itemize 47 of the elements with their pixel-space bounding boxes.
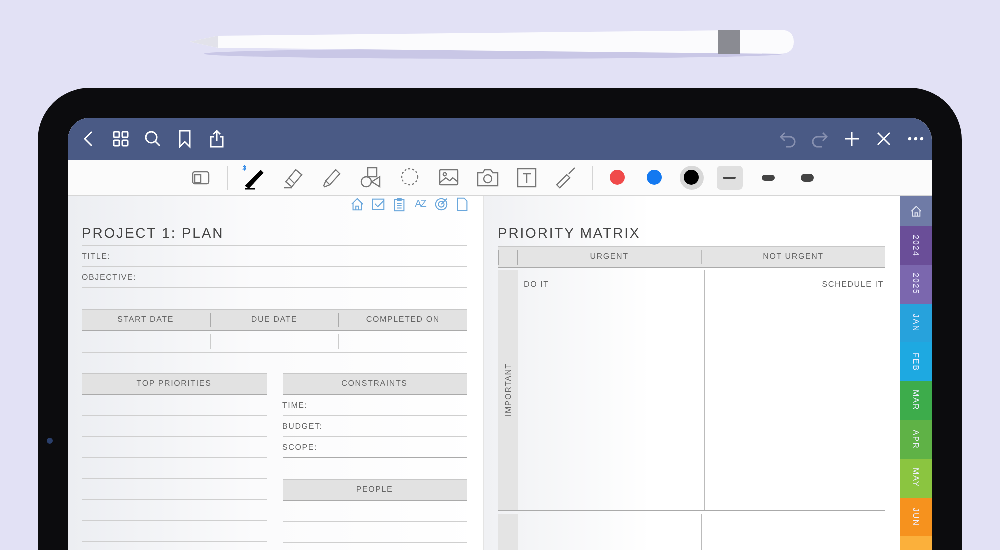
more-icon bbox=[908, 137, 924, 141]
column-header: URGENT bbox=[589, 251, 630, 263]
section-tab[interactable]: APR bbox=[900, 420, 932, 459]
color-swatch[interactable] bbox=[680, 166, 704, 190]
page-icon bbox=[455, 197, 470, 212]
check-icon bbox=[371, 197, 386, 212]
stroke-width-button[interactable] bbox=[716, 166, 742, 190]
target-icon bbox=[434, 197, 449, 212]
column-header: START DATE bbox=[116, 314, 175, 326]
clipboard-link[interactable] bbox=[392, 197, 407, 212]
grid-icon bbox=[110, 129, 130, 149]
section-tab[interactable]: JUN bbox=[900, 498, 932, 536]
form-field: TIME: bbox=[282, 395, 467, 416]
sort-link[interactable]: AZ bbox=[413, 197, 428, 212]
column-header: NOT URGENT bbox=[701, 250, 885, 264]
section-header: CONSTRAINTS bbox=[282, 373, 467, 395]
page-title: PROJECT 1: PLAN bbox=[82, 213, 467, 246]
matrix-cell: SCHEDULE IT bbox=[704, 270, 885, 510]
form-field: TITLE: bbox=[82, 246, 467, 267]
form-field: BUDGET: bbox=[282, 416, 467, 437]
section-tab[interactable]: FEB bbox=[900, 342, 932, 382]
home-tab[interactable] bbox=[900, 196, 932, 226]
form-field: SCOPE: bbox=[282, 437, 467, 458]
column-header: DUE DATE bbox=[210, 313, 338, 327]
section-tab[interactable]: 2025 bbox=[900, 264, 932, 304]
home-icon bbox=[350, 197, 365, 212]
pen-icon bbox=[240, 164, 266, 190]
target-link[interactable] bbox=[434, 197, 449, 212]
check-link[interactable] bbox=[371, 197, 386, 212]
page-link[interactable] bbox=[455, 197, 470, 212]
matrix-cell-text: DO IT bbox=[523, 279, 550, 291]
pen-tool[interactable] bbox=[240, 164, 266, 190]
clipboard-icon bbox=[392, 197, 407, 212]
home-icon bbox=[910, 204, 922, 218]
home-link[interactable] bbox=[350, 197, 365, 212]
page-title: PRIORITY MATRIX bbox=[498, 224, 642, 243]
section-tab[interactable]: 2024 bbox=[900, 226, 932, 265]
column-header: COMPLETED ON bbox=[338, 313, 468, 327]
search-icon bbox=[142, 129, 162, 149]
section-tab[interactable]: JAN bbox=[900, 304, 932, 342]
form-field: OBJECTIVE: bbox=[82, 267, 467, 288]
section-tab[interactable]: MAY bbox=[900, 458, 932, 498]
camera-dot bbox=[47, 438, 53, 444]
section-header: TOP PRIORITIES bbox=[82, 373, 266, 395]
section-header: PEOPLE bbox=[282, 479, 467, 501]
section-tab[interactable]: MAR bbox=[900, 381, 932, 420]
row-header: IMPORTANT bbox=[498, 270, 518, 510]
